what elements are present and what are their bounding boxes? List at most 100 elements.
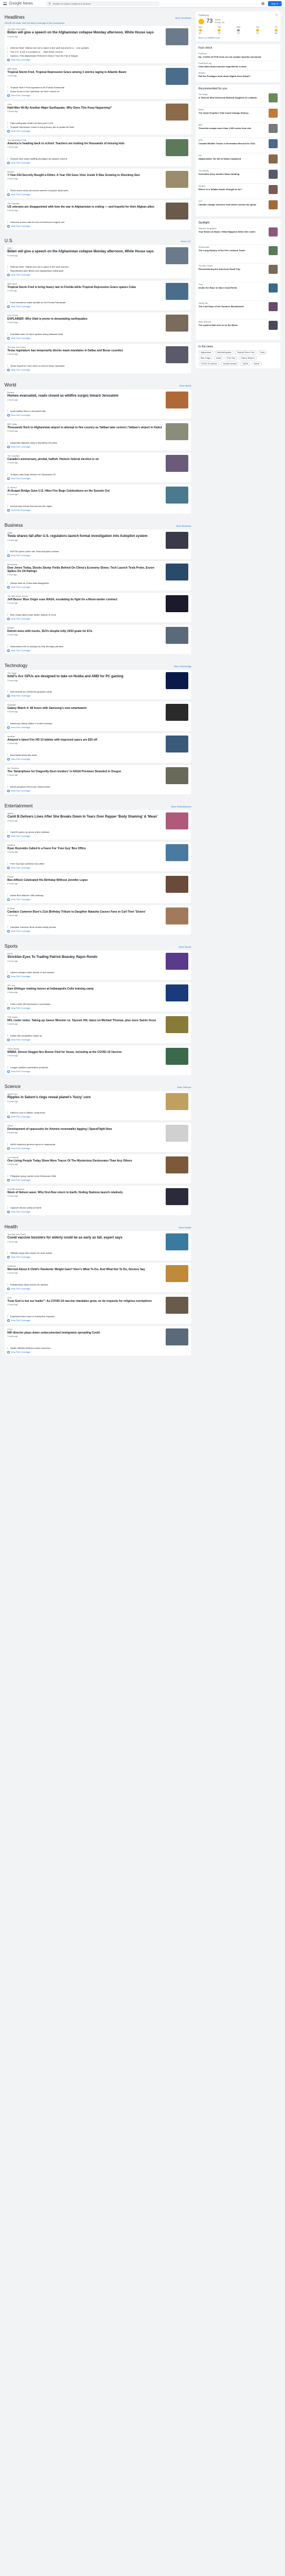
- story-title[interactable]: Intel's Arc GPUs are designed to take on…: [7, 675, 162, 679]
- story-title[interactable]: Al-Azaam Bridge Gave U.S. Hiker Fire Bog…: [7, 489, 162, 493]
- story-thumbnail[interactable]: [166, 247, 188, 264]
- sports-section-title[interactable]: Sports: [5, 944, 18, 949]
- topic-chip[interactable]: Saints: [251, 362, 262, 366]
- full-coverage-link[interactable]: View Full Coverage: [7, 617, 188, 620]
- full-coverage-link[interactable]: View Full Coverage: [7, 477, 188, 480]
- for_you-item[interactable]: Reuters Where Is a Taliban leader thought…: [198, 184, 278, 199]
- related-story-title[interactable]: Fred forecast to make landfall on the Fl…: [10, 301, 188, 304]
- story-title[interactable]: Thousands flock to Afghanistan airport i…: [7, 426, 162, 429]
- related-story-title[interactable]: Defense Brief: Taliban told not to stand…: [10, 265, 188, 268]
- spotlight-item-thumbnail[interactable]: [269, 227, 278, 236]
- technology-section-title[interactable]: Technology: [5, 663, 27, 668]
- full-coverage-link[interactable]: View Full Coverage: [7, 1351, 188, 1353]
- fact_check-item-title[interactable]: Viral claim about vaccine ingredients is…: [198, 65, 278, 68]
- full-coverage-link[interactable]: View Full Coverage: [7, 1255, 188, 1258]
- topic-chip[interactable]: Blue Origin: [198, 356, 213, 360]
- story-title[interactable]: Candace Cameron Bure's 21st Birthday Tri…: [7, 910, 162, 914]
- related-story-title[interactable]: Trudeau calls snap election for Septembe…: [10, 473, 188, 476]
- related-story-title[interactable]: Saturn's core is diffuse, study finds: [10, 1111, 188, 1114]
- story-title[interactable]: EXPLAINER: Why Utah is prone to devastat…: [7, 317, 162, 321]
- full-coverage-link[interactable]: View Full Coverage: [7, 726, 188, 729]
- related-story-title[interactable]: Texas Supreme Court rules on school mask…: [10, 364, 188, 367]
- story-thumbnail[interactable]: [166, 704, 188, 721]
- story-thumbnail[interactable]: [166, 672, 188, 689]
- headlines-section-title[interactable]: Headlines: [5, 15, 25, 20]
- story-thumbnail[interactable]: [166, 392, 188, 408]
- story-title[interactable]: Homes evacuated, roads closed as wildfir…: [7, 394, 162, 398]
- story-source[interactable]: The Wall Street Journal: [7, 595, 162, 597]
- menu-icon[interactable]: [3, 2, 7, 5]
- for_you-item-thumbnail[interactable]: [269, 109, 278, 118]
- story-title[interactable]: America is heading back to school. Teach…: [7, 142, 162, 145]
- related-story-title[interactable]: Inside Ben Affleck's 49th birthday: [10, 894, 188, 897]
- related-story-title[interactable]: Stock lovers worry as record number of p…: [10, 189, 188, 192]
- spotlight-item[interactable]: Smithsonian The Long History of the Fire …: [198, 245, 278, 264]
- story-title[interactable]: Biden will give a speech on the Afghanis…: [7, 250, 162, 254]
- story-title[interactable]: Detroit woes with trucks, SUVs despite l…: [7, 630, 162, 633]
- story-thumbnail[interactable]: [166, 346, 188, 363]
- sign-in-button[interactable]: Sign in: [267, 1, 282, 6]
- topic-chip[interactable]: Tropical Storm Fred: [235, 350, 257, 355]
- story-title[interactable]: Ryan Reynolds Called In a Favor For 'Fre…: [7, 847, 162, 850]
- related-story-title[interactable]: Blue Origin takes lunar lander dispute t…: [10, 613, 188, 616]
- for_you-item[interactable]: NPR Coastal Wildlife Tracks a Generation …: [198, 138, 278, 153]
- story-title[interactable]: The 'Smartphone for Dragonfly-Seen Insid…: [7, 770, 162, 773]
- related-story-title[interactable]: Defense Brief: Taliban told not to stand…: [10, 46, 188, 49]
- business-section-title[interactable]: Business: [5, 523, 23, 528]
- story-thumbnail[interactable]: [166, 1297, 188, 1314]
- health-more-link[interactable]: More Health: [179, 1226, 191, 1229]
- story-thumbnail[interactable]: [166, 1048, 188, 1065]
- full-coverage-link[interactable]: View Full Coverage: [7, 130, 188, 132]
- full-coverage-link[interactable]: View Full Coverage: [7, 554, 188, 557]
- story-source[interactable]: Space.com: [7, 1093, 162, 1095]
- topic-chip[interactable]: Tesla: [257, 350, 267, 355]
- spotlight-item[interactable]: National Geographic Your Brain on Music: …: [198, 226, 278, 245]
- headlines-more-link[interactable]: More Headlines: [175, 16, 191, 19]
- for_you-item-title[interactable]: Coastal Wildlife Tracks a Generation Rec…: [198, 142, 266, 145]
- story-thumbnail[interactable]: [166, 171, 188, 188]
- story-title[interactable]: Trust God is but our leader": As COVID-1…: [7, 1300, 162, 1303]
- related-story-title[interactable]: Samsung Galaxy Watch 4 review roundup: [10, 722, 188, 725]
- for_you-item-thumbnail[interactable]: [269, 200, 278, 209]
- related-story-title[interactable]: Employers face wave of exemption request…: [10, 1315, 188, 1318]
- story-title[interactable]: Development of spacesuits for Artemis mo…: [7, 1128, 162, 1131]
- full-coverage-link[interactable]: View Full Coverage: [7, 1210, 188, 1213]
- story-thumbnail[interactable]: [166, 1265, 188, 1282]
- story-source[interactable]: The New York Times: [7, 346, 162, 349]
- story-thumbnail[interactable]: [166, 532, 188, 549]
- for_you-item-title[interactable]: Afghanistan: the fall of Kabul explained: [198, 157, 266, 160]
- related-story-title[interactable]: Tropical Storm Fred expected to hit Flor…: [10, 86, 188, 89]
- full-coverage-link[interactable]: View Full Coverage: [7, 930, 188, 932]
- story-title[interactable]: Covid vaccine boosters for elderly could…: [7, 1236, 162, 1240]
- spotlight-item-title[interactable]: Reconsidering the American Road Trip: [198, 268, 266, 270]
- full-coverage-link[interactable]: View Full Coverage: [7, 694, 188, 697]
- story-source[interactable]: USA TODAY: [7, 315, 162, 317]
- related-story-title[interactable]: League updates vaccination protocols: [10, 1066, 188, 1069]
- story-source[interactable]: Scientific American: [7, 1188, 162, 1190]
- entertainment-more-link[interactable]: More Entertainment: [171, 805, 191, 808]
- business-more-link[interactable]: More Business: [176, 524, 191, 527]
- story-thumbnail[interactable]: [166, 487, 188, 504]
- related-story-title[interactable]: Haiti earthquake death toll rises past 1…: [10, 122, 188, 124]
- related-story-title[interactable]: Desperate Afghans cling to departing US …: [10, 441, 188, 444]
- story-title[interactable]: Haiti Men Hit By Another Major Earthquak…: [7, 106, 162, 110]
- weather-unit[interactable]: °F: [275, 14, 278, 16]
- story-title[interactable]: Texas legislature has temporarily blocks…: [7, 349, 162, 352]
- story-source[interactable]: Ars Technica: [7, 767, 162, 769]
- story-source[interactable]: BBC News: [7, 423, 162, 425]
- story-source[interactable]: NFL.com: [7, 984, 162, 987]
- full-coverage-link[interactable]: View Full Coverage: [7, 1007, 188, 1009]
- full-coverage-link[interactable]: View Full Coverage: [7, 58, 188, 61]
- related-story-title[interactable]: Grace forms in the Caribbean as Henri mo…: [10, 90, 188, 93]
- story-title[interactable]: Ripples in Saturn's rings reveal planet'…: [7, 1096, 162, 1100]
- story-thumbnail[interactable]: [166, 1328, 188, 1345]
- full-coverage-link[interactable]: View Full Coverage: [7, 225, 188, 227]
- story-source[interactable]: CBS Sports: [7, 1016, 162, 1018]
- for_you-item-thumbnail[interactable]: [269, 154, 278, 164]
- story-thumbnail[interactable]: [166, 627, 188, 644]
- story-thumbnail[interactable]: [166, 1188, 188, 1205]
- full-coverage-link[interactable]: View Full Coverage: [7, 305, 188, 308]
- related-story-title[interactable]: Opinion | This Afghanistan Retreat Is Wo…: [10, 54, 188, 57]
- related-story-title[interactable]: Tropical Depression Grace to bring heavy…: [10, 126, 188, 128]
- story-thumbnail[interactable]: [166, 68, 188, 85]
